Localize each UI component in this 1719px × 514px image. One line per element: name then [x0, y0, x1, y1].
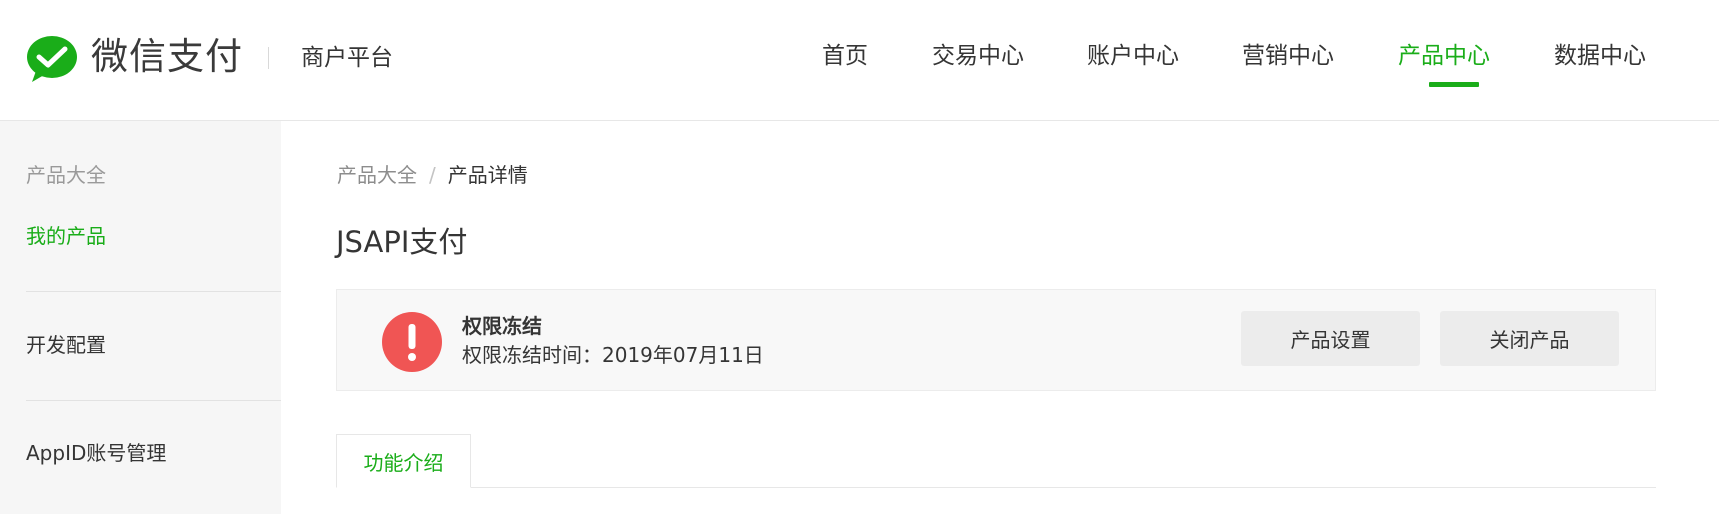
status-panel: 权限冻结 权限冻结时间：2019年07月11日 产品设置 关闭产品: [336, 289, 1656, 391]
nav-active-indicator: [1429, 82, 1479, 87]
brand-name[interactable]: 微信支付: [91, 32, 243, 82]
close-product-button[interactable]: 关闭产品: [1440, 311, 1619, 366]
nav-home[interactable]: 首页: [822, 38, 868, 74]
top-header: 微信支付 商户平台 首页 交易中心 账户中心 营销中心 产品中心 数据中心: [0, 0, 1719, 121]
brand-divider: [268, 47, 269, 69]
nav-account[interactable]: 账户中心: [1087, 38, 1179, 74]
sidebar: 产品大全 我的产品 开发配置 AppID账号管理: [0, 121, 281, 514]
sidebar-item-my-products[interactable]: 我的产品: [26, 222, 106, 250]
nav-products[interactable]: 产品中心: [1398, 38, 1490, 74]
tabs-baseline: [336, 487, 1656, 488]
status-title: 权限冻结: [462, 314, 542, 338]
sidebar-divider: [26, 400, 281, 401]
nav-transactions[interactable]: 交易中心: [932, 38, 1024, 74]
exclamation-icon: [382, 312, 442, 372]
sidebar-item-appid-management[interactable]: AppID账号管理: [26, 439, 166, 467]
page-title: JSAPI支付: [336, 225, 468, 259]
nav-marketing[interactable]: 营销中心: [1242, 38, 1334, 74]
sidebar-divider: [26, 291, 281, 292]
tab-feature-intro[interactable]: 功能介绍: [336, 434, 471, 488]
breadcrumb-current: 产品详情: [447, 163, 528, 187]
product-settings-button[interactable]: 产品设置: [1241, 311, 1420, 366]
breadcrumb: 产品大全 / 产品详情: [337, 161, 528, 189]
sidebar-item-dev-config[interactable]: 开发配置: [26, 331, 106, 359]
nav-data[interactable]: 数据中心: [1554, 38, 1646, 74]
breadcrumb-separator: /: [429, 163, 436, 187]
breadcrumb-parent[interactable]: 产品大全: [337, 163, 417, 187]
wechat-pay-logo-icon[interactable]: [26, 34, 80, 84]
sidebar-item-all-products[interactable]: 产品大全: [26, 161, 106, 189]
platform-name: 商户平台: [301, 45, 393, 71]
status-detail: 权限冻结时间：2019年07月11日: [462, 343, 764, 367]
